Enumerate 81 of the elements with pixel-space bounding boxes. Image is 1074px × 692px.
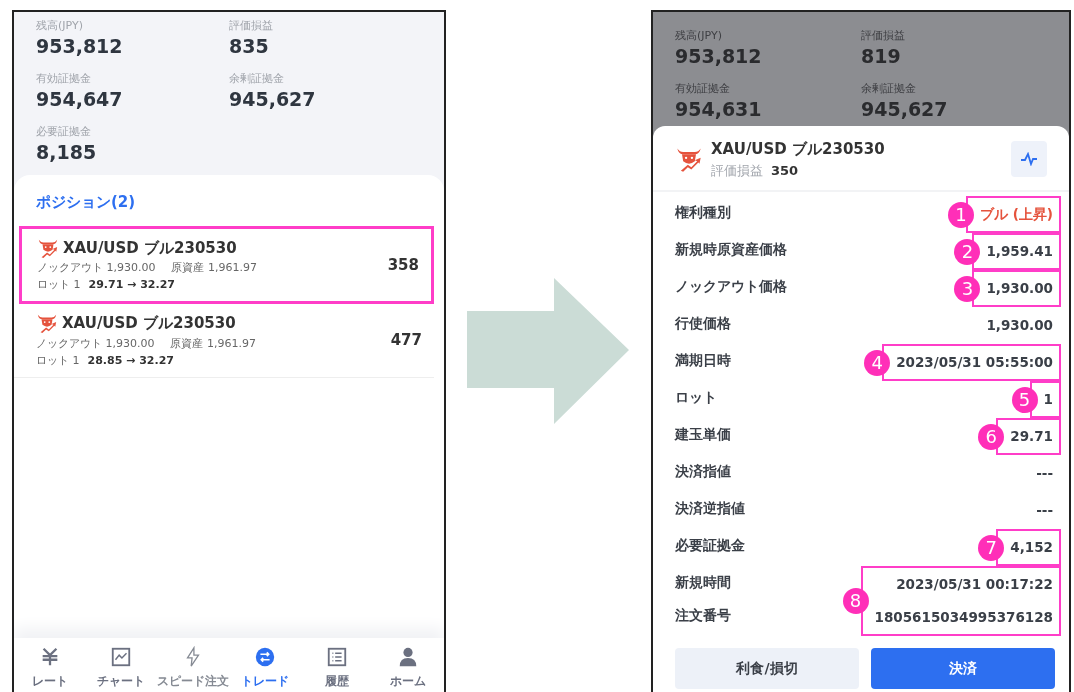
field-label: 必要証拠金 (675, 536, 745, 555)
field-value: 1805615034995376128 (874, 608, 1053, 627)
price-text: 29.71 → 32.27 (88, 277, 175, 293)
pnl-label: 評価損益 (711, 161, 763, 180)
field-label: 満期日時 (675, 351, 731, 370)
nav-tab[interactable]: 履歴 (300, 646, 373, 690)
annotation-marker: 4 (864, 349, 891, 376)
nav-tab[interactable]: レート (14, 646, 86, 690)
bull-icon (36, 312, 58, 335)
underlying-text: 原資産 1,961.97 (171, 260, 257, 276)
summary-label: 余剰証拠金 (861, 81, 917, 96)
summary-value: 953,812 (36, 34, 124, 59)
field-label: 権利種別 (675, 203, 731, 222)
section-title: ポジション(2) (35, 192, 137, 213)
summary-label: 残高(JPY) (675, 28, 723, 43)
position-name: XAU/USD ブル230530 (62, 313, 236, 334)
annotation-marker: 3 (954, 275, 981, 302)
annotation-marker: 5 (1011, 386, 1038, 413)
underlying-text: 原資産 1,961.97 (170, 335, 256, 352)
field-label: 注文番号 (675, 606, 731, 625)
pnl-value: 477 (390, 330, 422, 351)
summary-value: 953,812 (675, 44, 763, 69)
annotation-marker: 7 (978, 534, 1005, 561)
summary-label: 残高(JPY) (36, 18, 84, 33)
price-text: 28.85 → 32.27 (87, 352, 174, 369)
field-value: 29.71 (1010, 427, 1053, 446)
field-value: ブル (上昇) (979, 205, 1053, 224)
summary-label: 余剰証拠金 (229, 71, 285, 86)
summary-value: 945,627 (229, 87, 317, 112)
nav-tab[interactable]: トレード (229, 646, 301, 690)
summary-value: 945,627 (861, 97, 949, 122)
field-value: 1,959.41 (986, 242, 1053, 261)
field-label: 決済逆指値 (675, 499, 745, 518)
summary-value: 819 (861, 44, 902, 69)
position-item[interactable]: XAU/USD ブル230530 ノックアウト 1,930.00 原資産 1,961.97 ロット 1 28.85 → 32.27 477 (14, 304, 434, 378)
knockout-text: ノックアウト 1,930.00 (36, 335, 155, 352)
list-icon (325, 646, 348, 668)
position-name: XAU/USD ブル230530 (711, 139, 886, 160)
pnl-value: 350 (771, 161, 799, 180)
field-label: ロット (675, 388, 717, 407)
knockout-text: ノックアウト 1,930.00 (37, 260, 156, 276)
summary-label: 必要証拠金 (36, 124, 92, 139)
summary-label: 評価損益 (861, 28, 906, 43)
field-label: 行使価格 (675, 314, 731, 333)
chart-button[interactable] (1011, 141, 1047, 177)
nav-tab[interactable]: チャート (85, 646, 158, 690)
field-value: 2023/05/31 00:17:22 (895, 575, 1053, 594)
chart-icon (110, 646, 133, 668)
field-label: 決済指値 (675, 462, 731, 481)
swap-icon (254, 646, 276, 668)
line-chart-icon (1020, 152, 1038, 166)
field-label: 建玉単価 (675, 425, 731, 444)
field-value: 1,930.00 (986, 279, 1053, 298)
field-value: 1,930.00 (986, 316, 1053, 335)
position-name: XAU/USD ブル230530 (63, 237, 237, 259)
field-value: --- (1036, 501, 1053, 520)
nav-tab[interactable]: ホーム (372, 646, 444, 690)
annotation-marker: 2 (954, 238, 981, 265)
annotation-marker: 8 (842, 588, 869, 614)
summary-label: 有効証拠金 (675, 81, 731, 96)
position-item[interactable]: XAU/USD ブル230530 ノックアウト 1,930.00 原資産 1,961.97 ロット 1 29.71 → 32.27 358 (19, 225, 434, 304)
summary-label: 有効証拠金 (36, 71, 92, 86)
summary-value: 8,185 (36, 140, 98, 165)
field-value: --- (1036, 464, 1053, 483)
field-label: 新規時原資産価格 (675, 240, 787, 259)
limit-stop-button[interactable]: 利食/損切 (675, 648, 859, 689)
annotation-marker: 1 (947, 201, 974, 228)
summary-value: 954,647 (36, 87, 124, 112)
settle-button[interactable]: 決済 (871, 648, 1055, 689)
summary-value: 835 (229, 34, 270, 59)
field-label: ノックアウト価格 (675, 277, 787, 296)
lot-text: ロット 1 (37, 277, 81, 293)
field-value: 1 (1043, 390, 1053, 409)
summary-value: 954,631 (675, 97, 763, 122)
field-label: 新規時間 (675, 573, 731, 592)
pnl-value: 358 (387, 254, 419, 276)
lot-text: ロット 1 (36, 352, 80, 369)
field-value: 2023/05/31 05:55:00 (896, 353, 1053, 372)
field-value: 4,152 (1010, 538, 1053, 557)
annotation-marker: 6 (978, 423, 1005, 450)
summary-label: 評価損益 (229, 18, 274, 33)
